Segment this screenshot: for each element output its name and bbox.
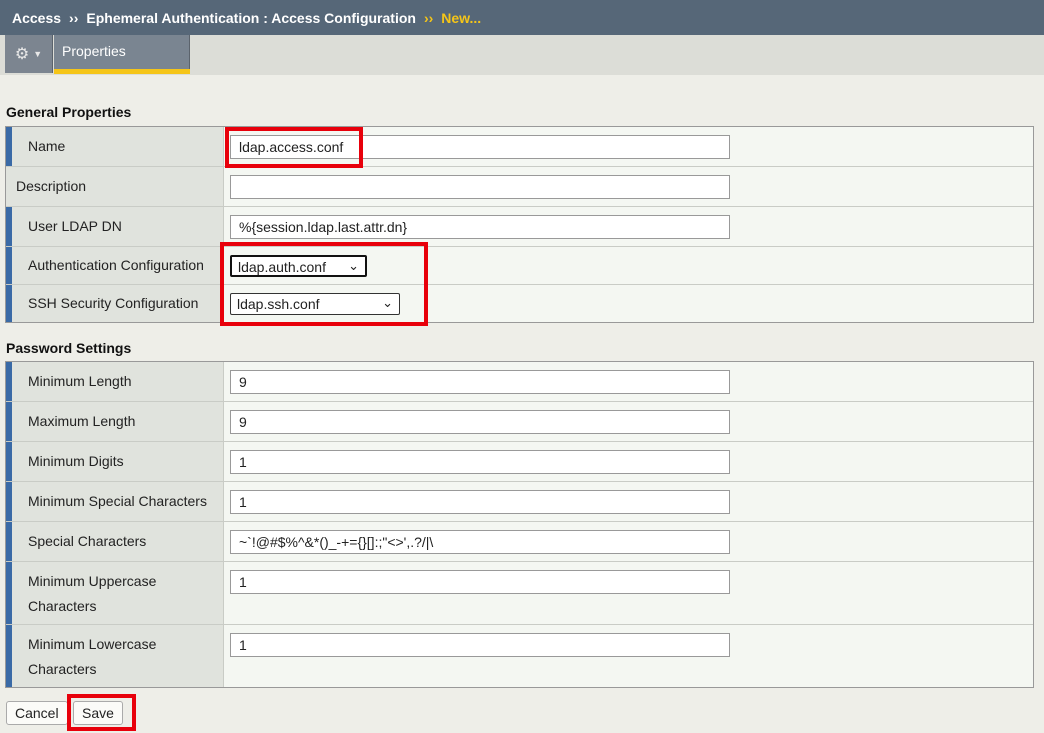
max-length-input[interactable]: 9 xyxy=(230,410,730,434)
field-label: Description xyxy=(6,167,224,206)
min-uppercase-input[interactable]: 1 xyxy=(230,570,730,594)
general-properties-panel: Name ldap.access.conf Description User L… xyxy=(5,126,1034,323)
min-lowercase-label: Minimum Lowercase Characters xyxy=(28,632,156,682)
breadcrumb-parent[interactable]: Ephemeral Authentication : Access Config… xyxy=(86,10,416,26)
user-ldap-dn-input[interactable]: %{session.ldap.last.attr.dn} xyxy=(230,215,730,239)
name-label: Name xyxy=(28,138,66,154)
active-tab-indicator xyxy=(54,69,190,74)
max-length-label: Maximum Length xyxy=(28,413,136,429)
breadcrumb-separator: ›› xyxy=(423,9,434,26)
form-row-description: Description xyxy=(6,167,1033,207)
name-input[interactable]: ldap.access.conf xyxy=(230,135,730,159)
min-special-label: Minimum Special Characters xyxy=(28,493,207,509)
label-line: Minimum Uppercase xyxy=(28,573,157,589)
label-line: Minimum Lowercase xyxy=(28,636,157,652)
chevron-down-icon: ⌄ xyxy=(348,258,359,273)
min-digits-label: Minimum Digits xyxy=(28,453,124,469)
tab-properties[interactable]: Properties xyxy=(54,35,190,74)
description-input[interactable] xyxy=(230,175,730,199)
special-chars-input[interactable]: ~`!@#$%^&*()_-+={}[]:;"<>',.?/|\ xyxy=(230,530,730,554)
form-row-name: Name ldap.access.conf xyxy=(6,127,1033,167)
description-label: Description xyxy=(16,178,87,194)
breadcrumb-current: New... xyxy=(441,9,482,26)
label-line: Characters xyxy=(28,598,97,614)
ssh-config-value: ldap.ssh.conf xyxy=(237,296,320,312)
field-label: User LDAP DN xyxy=(6,207,224,246)
section-title-password: Password Settings xyxy=(6,340,132,356)
field-label: Name xyxy=(6,127,224,166)
ssh-config-select[interactable]: ldap.ssh.conf ⌄ xyxy=(230,293,400,315)
chevron-down-icon: ▼ xyxy=(33,49,43,59)
cancel-button[interactable]: Cancel xyxy=(6,701,68,725)
field-label: SSH Security Configuration xyxy=(6,285,224,322)
user-ldap-dn-label: User LDAP DN xyxy=(28,218,122,234)
password-settings-panel: Minimum Length 9 Maximum Length 9 Minimu… xyxy=(5,361,1034,688)
form-row-max-length: Maximum Length 9 xyxy=(6,402,1033,442)
min-length-label: Minimum Length xyxy=(28,373,132,389)
min-special-input[interactable]: 1 xyxy=(230,490,730,514)
auth-config-value: ldap.auth.conf xyxy=(238,259,326,275)
field-label: Minimum Lowercase Characters xyxy=(6,625,224,687)
label-line: Characters xyxy=(28,661,97,677)
form-row-min-length: Minimum Length 9 xyxy=(6,362,1033,402)
chevron-down-icon: ⌄ xyxy=(382,295,393,310)
auth-config-label: Authentication Configuration xyxy=(28,257,204,273)
form-row-auth-config: Authentication Configuration ldap.auth.c… xyxy=(6,247,1033,285)
form-row-ssh-config: SSH Security Configuration ldap.ssh.conf… xyxy=(6,285,1033,322)
form-row-min-lowercase: Minimum Lowercase Characters 1 xyxy=(6,625,1033,687)
form-row-min-digits: Minimum Digits 1 xyxy=(6,442,1033,482)
settings-menu-button[interactable]: ⚙ ▼ xyxy=(5,35,53,73)
min-lowercase-input[interactable]: 1 xyxy=(230,633,730,657)
tab-properties-label: Properties xyxy=(62,43,126,59)
min-uppercase-label: Minimum Uppercase Characters xyxy=(28,569,156,619)
section-title-general: General Properties xyxy=(6,104,132,120)
field-label: Minimum Length xyxy=(6,362,224,401)
field-label: Authentication Configuration xyxy=(6,247,224,284)
field-label: Minimum Digits xyxy=(6,442,224,481)
field-label: Minimum Uppercase Characters xyxy=(6,562,224,624)
form-row-min-special: Minimum Special Characters 1 xyxy=(6,482,1033,522)
breadcrumb: Access ›› Ephemeral Authentication : Acc… xyxy=(0,0,1044,35)
breadcrumb-root[interactable]: Access xyxy=(12,10,61,26)
breadcrumb-separator: ›› xyxy=(69,9,79,26)
auth-config-select[interactable]: ldap.auth.conf ⌄ xyxy=(230,255,367,277)
min-length-input[interactable]: 9 xyxy=(230,370,730,394)
gear-icon: ⚙ xyxy=(14,46,30,63)
min-digits-input[interactable]: 1 xyxy=(230,450,730,474)
form-row-user-ldap-dn: User LDAP DN %{session.ldap.last.attr.dn… xyxy=(6,207,1033,247)
tab-bar: ⚙ ▼ Properties xyxy=(0,35,1044,75)
field-label: Special Characters xyxy=(6,522,224,561)
form-row-special-chars: Special Characters ~`!@#$%^&*()_-+={}[]:… xyxy=(6,522,1033,562)
form-row-min-uppercase: Minimum Uppercase Characters 1 xyxy=(6,562,1033,625)
ssh-config-label: SSH Security Configuration xyxy=(28,295,199,311)
field-label: Maximum Length xyxy=(6,402,224,441)
save-button[interactable]: Save xyxy=(73,701,123,725)
special-chars-label: Special Characters xyxy=(28,533,147,549)
field-label: Minimum Special Characters xyxy=(6,482,224,521)
